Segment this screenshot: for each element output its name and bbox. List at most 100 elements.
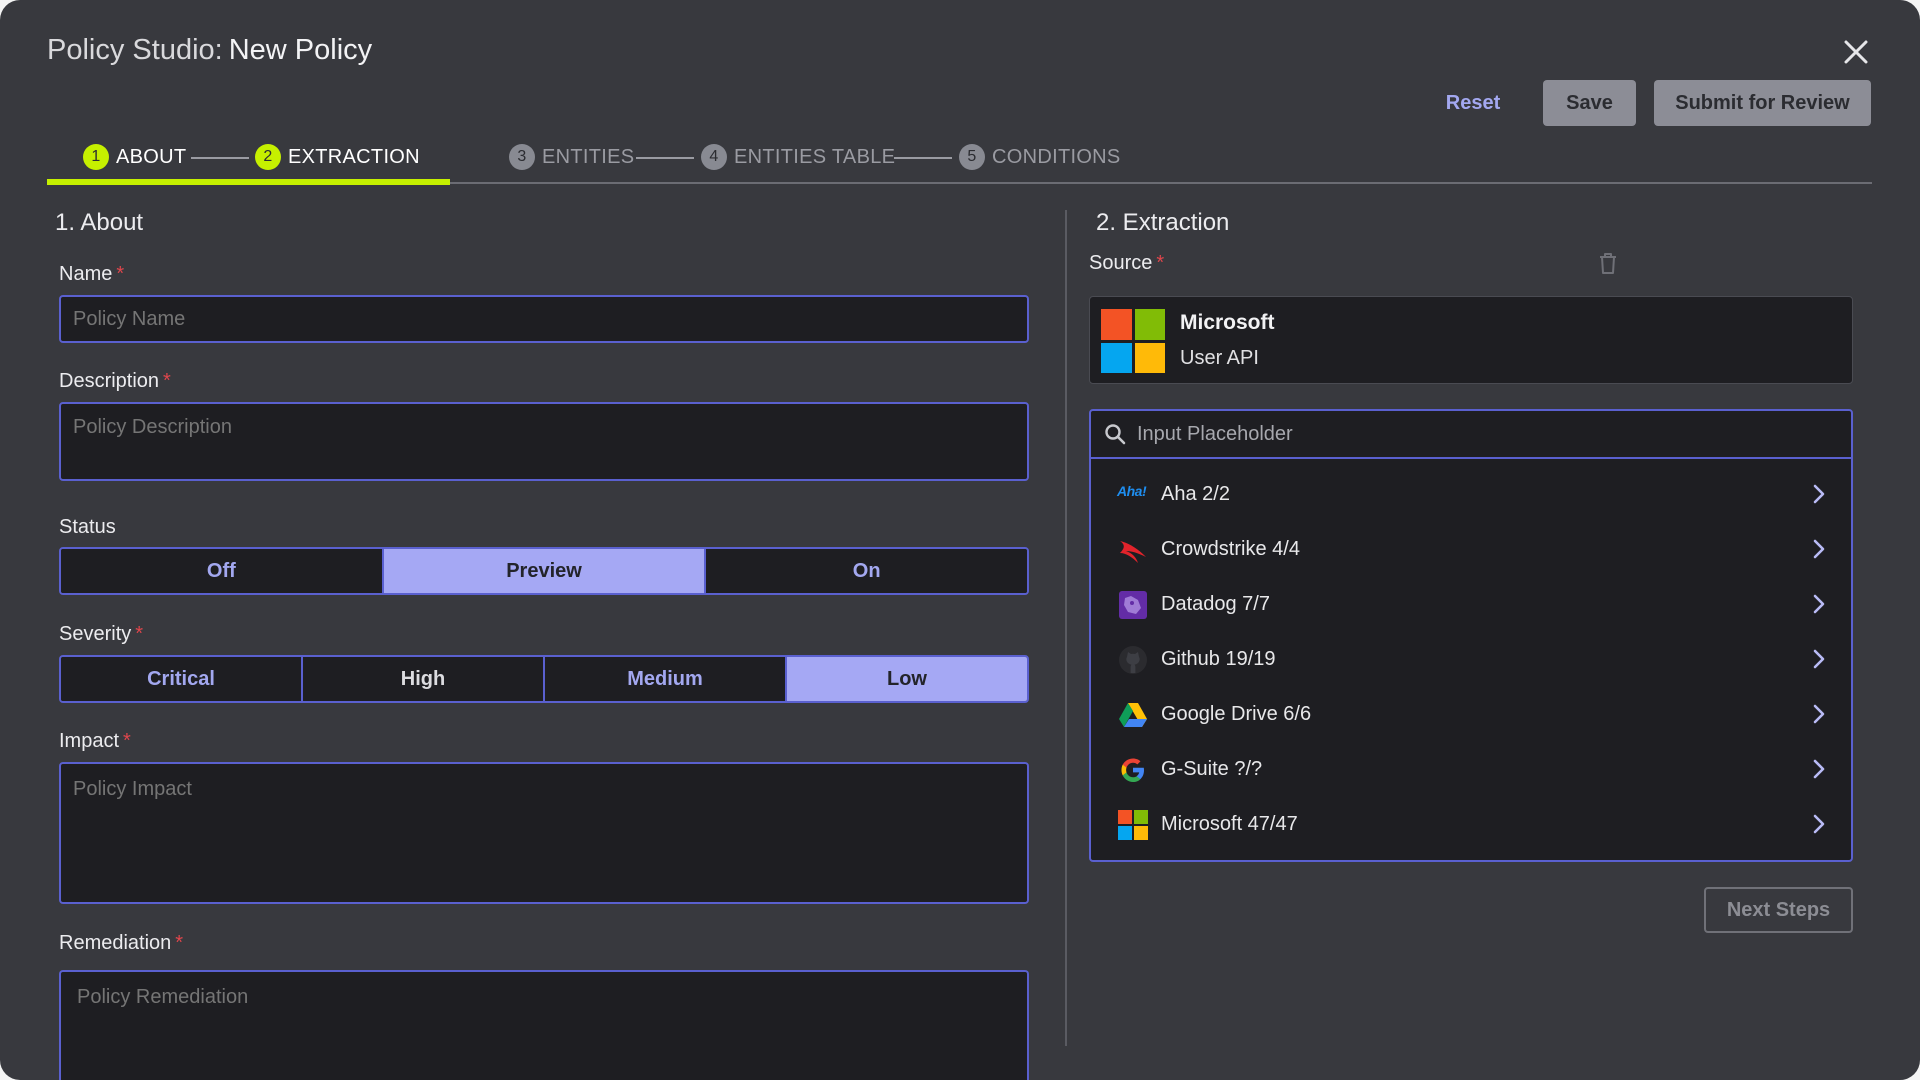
google-drive-icon (1119, 703, 1147, 727)
description-label-text: Description (59, 370, 160, 392)
wizard-stepper: 1 ABOUT 2 EXTRACTION 3 ENTITIES 4 ENTITI… (47, 138, 1872, 185)
severity-option-critical[interactable]: Critical (61, 657, 303, 701)
step-connector (191, 157, 249, 159)
step-extraction[interactable]: 2 EXTRACTION (255, 142, 420, 172)
chevron-right-icon (1813, 539, 1825, 559)
chevron-right-icon (1813, 814, 1825, 834)
impact-label: Impact * (59, 730, 131, 753)
step-number: 1 (83, 144, 109, 170)
source-api: User API (1180, 347, 1259, 369)
integration-item-microsoft[interactable]: Microsoft 47/47 (1091, 797, 1851, 852)
chevron-right-icon (1813, 704, 1825, 724)
step-label: EXTRACTION (288, 145, 420, 168)
status-segmented-control: Off Preview On (59, 547, 1029, 595)
about-section-title: 1. About (55, 209, 144, 236)
remediation-label: Remediation * (59, 932, 183, 955)
description-label: Description * (59, 370, 171, 393)
chevron-right-icon (1813, 484, 1825, 504)
section-divider (1065, 210, 1067, 1046)
step-number: 5 (959, 144, 985, 170)
status-label: Status (59, 516, 116, 538)
required-asterisk: * (1156, 252, 1165, 274)
integration-label: Google Drive 6/6 (1161, 703, 1312, 725)
step-about[interactable]: 1 ABOUT (83, 142, 186, 172)
title-prefix: Policy Studio: (47, 34, 223, 66)
extraction-section-title: 2. Extraction (1096, 209, 1230, 236)
step-number: 2 (255, 144, 281, 170)
step-number: 3 (509, 144, 535, 170)
impact-label-text: Impact (59, 730, 120, 752)
save-button[interactable]: Save (1543, 80, 1636, 126)
integration-label: Aha 2/2 (1161, 483, 1230, 505)
required-asterisk: * (135, 623, 144, 645)
microsoft-logo-icon (1101, 309, 1165, 373)
status-option-preview[interactable]: Preview (383, 549, 707, 593)
integration-item-google-drive[interactable]: Google Drive 6/6 (1091, 687, 1851, 742)
step-label: ENTITIES TABLE (734, 145, 896, 168)
required-asterisk: * (163, 370, 171, 392)
name-label-text: Name (59, 263, 113, 285)
close-button[interactable] (1838, 34, 1874, 70)
submit-for-review-button[interactable]: Submit for Review (1654, 80, 1871, 126)
severity-option-medium[interactable]: Medium (545, 657, 787, 701)
integration-item-aha[interactable]: Aha! Aha 2/2 (1091, 467, 1851, 522)
datadog-icon (1119, 591, 1147, 619)
step-number: 4 (701, 144, 727, 170)
next-steps-button[interactable]: Next Steps (1704, 887, 1853, 933)
step-conditions[interactable]: 5 CONDITIONS (959, 142, 1121, 172)
integration-label: G-Suite ?/? (1161, 758, 1263, 780)
google-icon (1121, 758, 1144, 782)
status-option-off[interactable]: Off (61, 549, 384, 593)
github-icon (1119, 646, 1147, 674)
policy-remediation-textarea[interactable] (59, 970, 1029, 1080)
step-connector (636, 157, 694, 159)
integration-label: Datadog 7/7 (1161, 593, 1270, 615)
severity-segmented-control: Critical High Medium Low (59, 655, 1029, 703)
stepper-progress-bar (47, 179, 450, 185)
integration-label: Github 19/19 (1161, 648, 1276, 670)
required-asterisk: * (116, 263, 125, 285)
severity-label: Severity * (59, 623, 143, 646)
close-icon (1844, 40, 1868, 64)
policy-studio-dialog: Policy Studio: New Policy Reset Save Subm… (0, 0, 1920, 1080)
required-asterisk: * (175, 932, 184, 954)
integration-item-datadog[interactable]: Datadog 7/7 (1091, 577, 1851, 632)
name-label: Name * (59, 263, 124, 286)
selected-source-card[interactable]: Microsoft User API (1089, 296, 1853, 384)
severity-option-high[interactable]: High (303, 657, 545, 701)
title-policy-name: New Policy (228, 34, 373, 66)
step-label: CONDITIONS (992, 145, 1121, 168)
source-label: Source * (1089, 252, 1164, 275)
step-entities-table[interactable]: 4 ENTITIES TABLE (701, 142, 895, 172)
reset-button[interactable]: Reset (1432, 80, 1514, 126)
step-entities[interactable]: 3 ENTITIES (509, 142, 634, 172)
integration-list: Aha! Aha 2/2 Crowdstrike 4/4 Datadog 7/7 (1089, 409, 1853, 862)
severity-option-low[interactable]: Low (787, 657, 1027, 701)
integration-search (1091, 411, 1851, 459)
required-asterisk: * (123, 730, 131, 752)
policy-description-textarea[interactable] (59, 402, 1029, 481)
microsoft-icon (1118, 810, 1148, 840)
integration-item-crowdstrike[interactable]: Crowdstrike 4/4 (1091, 522, 1851, 577)
chevron-right-icon (1813, 649, 1825, 669)
aha-icon: Aha! (1117, 483, 1147, 499)
trash-icon (1600, 253, 1616, 274)
integration-search-input[interactable] (1135, 419, 1819, 449)
step-label: ENTITIES (542, 145, 635, 168)
integration-item-github[interactable]: Github 19/19 (1091, 632, 1851, 687)
policy-impact-textarea[interactable] (59, 762, 1029, 904)
chevron-right-icon (1813, 759, 1825, 779)
integration-item-g-suite[interactable]: G-Suite ?/? (1091, 742, 1851, 797)
integration-label: Microsoft 47/47 (1161, 813, 1298, 835)
policy-name-input[interactable] (59, 295, 1029, 343)
remove-source-button[interactable] (1596, 250, 1620, 276)
dialog-title: Policy Studio: New Policy (47, 34, 372, 67)
step-label: ABOUT (116, 145, 187, 168)
remediation-label-text: Remediation (59, 932, 172, 954)
search-icon (1105, 424, 1126, 445)
integration-label: Crowdstrike 4/4 (1161, 538, 1300, 560)
chevron-right-icon (1813, 594, 1825, 614)
crowdstrike-icon (1120, 541, 1146, 563)
status-option-on[interactable]: On (706, 549, 1027, 593)
source-label-text: Source (1089, 252, 1153, 274)
